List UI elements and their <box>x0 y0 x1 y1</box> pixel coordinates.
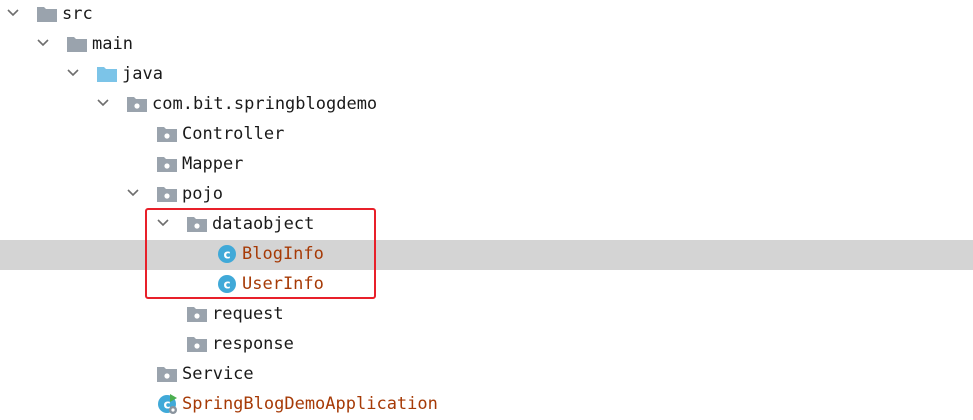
tree-row-label: response <box>212 334 294 354</box>
tree-row-label: Service <box>182 364 254 384</box>
tree-row-label: UserInfo <box>242 274 324 294</box>
tree-row-src[interactable]: src <box>0 0 973 30</box>
svg-text:c: c <box>223 278 230 292</box>
tree-row-pojo[interactable]: pojo <box>0 180 973 210</box>
tree-row-controller[interactable]: Controller <box>0 120 973 150</box>
folder-icon <box>66 33 88 55</box>
tree-row-bloginfo[interactable]: c BlogInfo <box>0 240 973 270</box>
class-icon: c <box>216 273 238 295</box>
source-root-folder-icon <box>96 63 118 85</box>
chevron-down-icon[interactable] <box>95 95 111 111</box>
tree-row-label: java <box>122 64 163 84</box>
tree-row-springblogdemoapplication[interactable]: c SpringBlogDemoApplication <box>0 390 973 420</box>
package-icon <box>156 153 178 175</box>
folder-icon <box>36 3 58 25</box>
tree-row-main[interactable]: main <box>0 30 973 60</box>
tree-row-label: SpringBlogDemoApplication <box>182 394 438 414</box>
chevron-down-icon[interactable] <box>65 65 81 81</box>
tree-row-response[interactable]: response <box>0 330 973 360</box>
chevron-down-icon[interactable] <box>155 215 171 231</box>
tree-row-java[interactable]: java <box>0 60 973 90</box>
tree-row-com-bit-springblogdemo[interactable]: com.bit.springblogdemo <box>0 90 973 120</box>
tree-row-mapper[interactable]: Mapper <box>0 150 973 180</box>
tree-row-label: request <box>212 304 284 324</box>
package-icon <box>186 213 208 235</box>
tree-row-userinfo[interactable]: c UserInfo <box>0 270 973 300</box>
tree-row-label: BlogInfo <box>242 244 324 264</box>
package-icon <box>156 183 178 205</box>
package-icon <box>156 363 178 385</box>
tree-row-service[interactable]: Service <box>0 360 973 390</box>
tree-row-label: com.bit.springblogdemo <box>152 94 378 114</box>
tree-row-label: dataobject <box>212 214 315 234</box>
package-icon <box>126 93 148 115</box>
tree-row-label: Controller <box>182 124 285 144</box>
spring-boot-app-icon: c <box>156 393 178 415</box>
chevron-down-icon[interactable] <box>35 35 51 51</box>
project-tree: src main java com.bit.springblogdemo Con… <box>0 0 973 420</box>
chevron-down-icon[interactable] <box>5 5 21 21</box>
package-icon <box>186 333 208 355</box>
package-icon <box>186 303 208 325</box>
tree-row-label: Mapper <box>182 154 244 174</box>
class-icon: c <box>216 243 238 265</box>
tree-row-label: main <box>92 34 133 54</box>
package-icon <box>156 123 178 145</box>
tree-row-request[interactable]: request <box>0 300 973 330</box>
svg-text:c: c <box>223 248 230 262</box>
tree-row-label: src <box>62 4 93 24</box>
tree-row-label: pojo <box>182 184 223 204</box>
tree-row-dataobject[interactable]: dataobject <box>0 210 973 240</box>
chevron-down-icon[interactable] <box>125 185 141 201</box>
